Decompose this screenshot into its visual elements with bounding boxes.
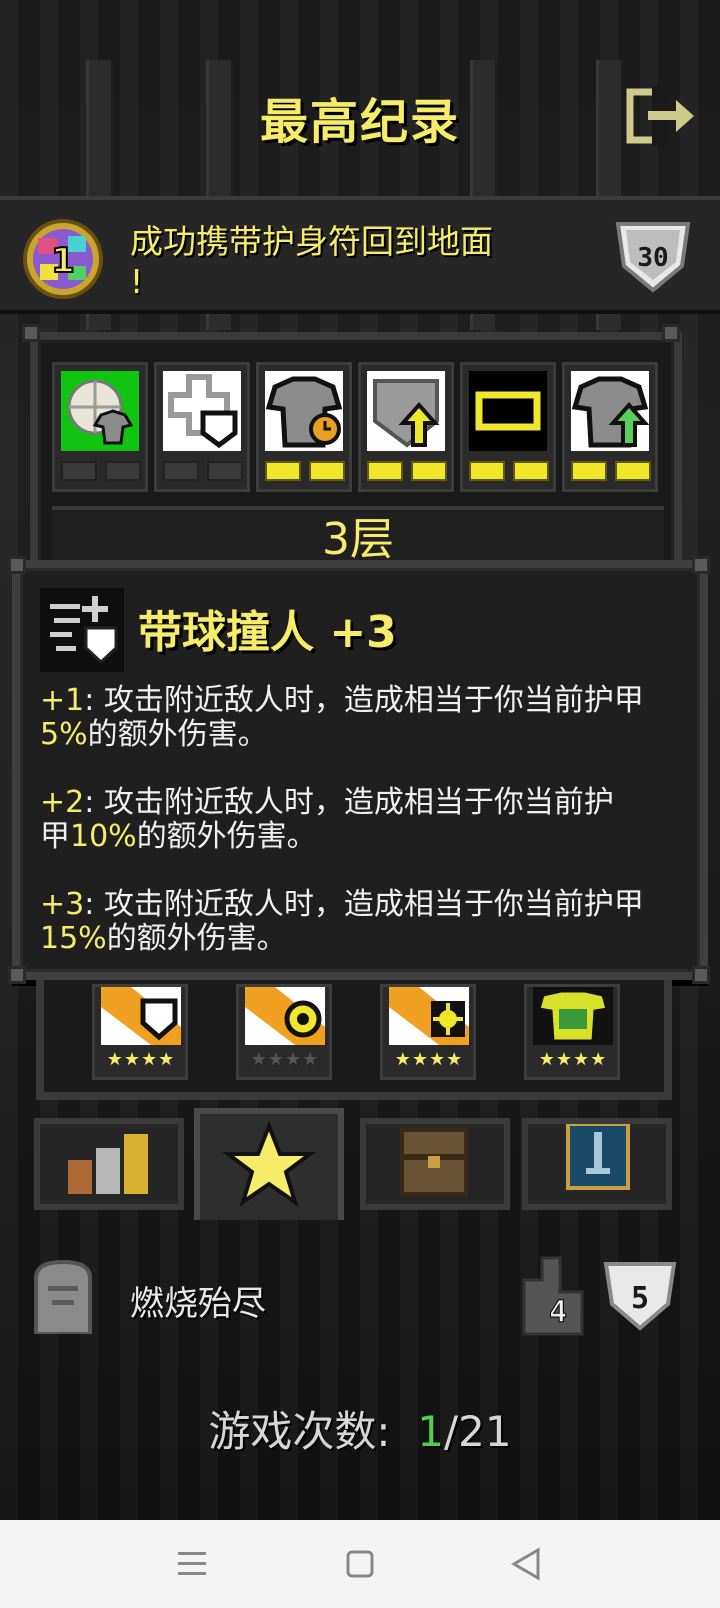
shield-up-icon	[367, 371, 445, 451]
upgrade-pip	[615, 461, 651, 481]
equipment-slot[interactable]	[154, 362, 250, 492]
panel-corner	[8, 966, 26, 984]
panel-corner	[662, 324, 680, 342]
gravestone-icon	[30, 1258, 96, 1336]
panel-corner	[8, 556, 26, 574]
upgrade-pip	[367, 461, 403, 481]
level-icon: 5	[600, 1258, 680, 1334]
upgrade-pip	[207, 461, 243, 481]
talent-slot[interactable]: ★★★★	[236, 984, 332, 1080]
bar-chart-icon	[68, 1134, 148, 1194]
armor-clock-icon	[265, 371, 343, 451]
equipment-slot[interactable]	[52, 362, 148, 492]
scroll-coin-icon	[245, 987, 325, 1045]
equipment-slot[interactable]	[358, 362, 454, 492]
tab-badges[interactable]	[194, 1108, 344, 1220]
talent-level-3: +3: 攻击附近敌人时，造成相当于你当前护甲 15%的额外伤害。	[40, 887, 644, 956]
tab-challenges[interactable]	[522, 1118, 672, 1210]
gem-number: 1	[51, 241, 75, 281]
tab-rankings[interactable]	[34, 1118, 184, 1210]
equipment-slot[interactable]	[460, 362, 556, 492]
games-played: 游戏次数: 1/21	[208, 1407, 512, 1456]
scroll-armor-icon	[61, 371, 139, 451]
depth-icon: 4	[520, 1250, 592, 1336]
talent-title: 带球撞人 +3	[138, 607, 397, 658]
upgrade-pip	[469, 461, 505, 481]
equipment-slots	[52, 362, 664, 492]
upgrade-pip	[571, 461, 607, 481]
badge-description: 成功携带护身符回到地面 !	[130, 222, 493, 301]
armor-green-icon	[533, 987, 613, 1045]
tab-journal[interactable]	[360, 1118, 510, 1210]
shield-charge-icon	[40, 588, 124, 672]
talent-level-1: +1: 攻击附近敌人时，造成相当于你当前护甲 5%的额外伤害。	[40, 683, 644, 752]
talent-slot[interactable]: ★★★★	[524, 984, 620, 1080]
panel-corner	[692, 556, 710, 574]
upgrade-pip	[105, 461, 141, 481]
panel-corner	[692, 966, 710, 984]
upgrade-pip	[163, 461, 199, 481]
back-icon[interactable]	[500, 1538, 552, 1590]
armor-up-icon	[571, 371, 649, 451]
page-title: 最高纪录	[259, 94, 460, 150]
panel-corner	[22, 324, 40, 342]
talent-slot[interactable]: ★★★★	[92, 984, 188, 1080]
exit-icon	[626, 86, 694, 146]
rainbow-gem-icon: 1	[22, 218, 104, 300]
system-navbar	[0, 1520, 720, 1608]
upgrade-pip	[513, 461, 549, 481]
star-icon	[222, 1120, 316, 1207]
upgrade-pip	[309, 461, 345, 481]
talent-slot[interactable]: ★★★★	[380, 984, 476, 1080]
svg-text:30: 30	[637, 243, 668, 273]
talent-level-2: +2: 攻击附近敌人时，造成相当于你当前护 甲10%的额外伤害。	[40, 785, 614, 854]
scroll-sun-icon	[389, 987, 469, 1045]
equipment-slot[interactable]	[562, 362, 658, 492]
death-cause: 燃烧殆尽	[130, 1284, 266, 1324]
menu-icon[interactable]	[166, 1538, 218, 1590]
sword-banner-icon	[566, 1122, 630, 1190]
battery-icon	[469, 371, 547, 451]
equipment-slot[interactable]	[256, 362, 352, 492]
svg-text:5: 5	[631, 1281, 649, 1316]
scroll-shield-icon	[101, 987, 181, 1045]
score-badge: 30	[612, 216, 694, 296]
exit-button[interactable]	[626, 86, 696, 146]
upgrade-pip	[265, 461, 301, 481]
upgrade-pip	[411, 461, 447, 481]
upgrade-pip	[61, 461, 97, 481]
svg-text:4: 4	[549, 1295, 567, 1330]
home-icon[interactable]	[334, 1538, 386, 1590]
chest-icon	[400, 1128, 468, 1196]
cross-armor-icon	[163, 371, 241, 451]
